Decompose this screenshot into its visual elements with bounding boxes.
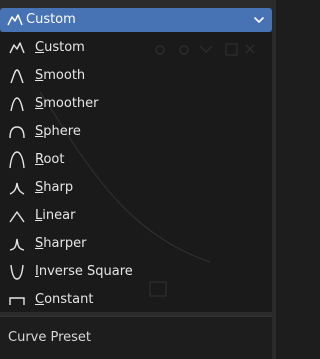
curve-preset-menu: Custom Smooth Smoother Sphere Root Sharp xyxy=(0,32,272,312)
menu-item-smoother[interactable]: Smoother xyxy=(0,90,272,118)
menu-item-label: Inverse Square xyxy=(35,264,133,279)
menu-item-linear[interactable]: Linear xyxy=(0,202,272,230)
menu-item-label: Smoother xyxy=(35,96,99,111)
menu-item-inverse-square[interactable]: Inverse Square xyxy=(0,258,272,286)
menu-item-smooth[interactable]: Smooth xyxy=(0,62,272,90)
inverse-square-curve-icon xyxy=(10,264,24,280)
menu-item-label: Linear xyxy=(35,208,76,223)
curve-preset-dropdown[interactable]: Custom xyxy=(0,8,272,32)
sharper-curve-icon xyxy=(9,238,25,251)
sphere-curve-icon xyxy=(9,126,25,139)
menu-item-label: Constant xyxy=(35,292,94,307)
menu-item-sphere[interactable]: Sphere xyxy=(0,118,272,146)
menu-item-sharper[interactable]: Sharper xyxy=(0,230,272,258)
menu-item-sharp[interactable]: Sharp xyxy=(0,174,272,202)
linear-curve-icon xyxy=(9,211,25,223)
menu-item-label: Smooth xyxy=(35,68,86,83)
root-curve-icon xyxy=(9,151,25,169)
menu-item-constant[interactable]: Constant xyxy=(0,286,272,314)
custom-curve-icon xyxy=(9,42,25,54)
menu-item-label: Sharp xyxy=(35,180,74,195)
chevron-down-icon xyxy=(254,17,264,23)
smoother-curve-icon xyxy=(10,97,24,112)
constant-curve-icon xyxy=(9,297,25,305)
menu-item-root[interactable]: Root xyxy=(0,146,272,174)
custom-curve-icon xyxy=(7,14,23,26)
menu-title: Curve Preset xyxy=(8,330,92,345)
smooth-curve-icon xyxy=(10,69,24,84)
dropdown-selected-label: Custom xyxy=(26,12,76,27)
menu-item-custom[interactable]: Custom xyxy=(0,34,272,62)
menu-item-label: Custom xyxy=(35,40,85,55)
sharp-curve-icon xyxy=(9,182,25,195)
menu-item-label: Root xyxy=(35,152,65,167)
menu-item-label: Sharper xyxy=(35,236,87,251)
menu-item-label: Sphere xyxy=(35,124,81,139)
menu-footer: Curve Preset xyxy=(0,316,272,359)
